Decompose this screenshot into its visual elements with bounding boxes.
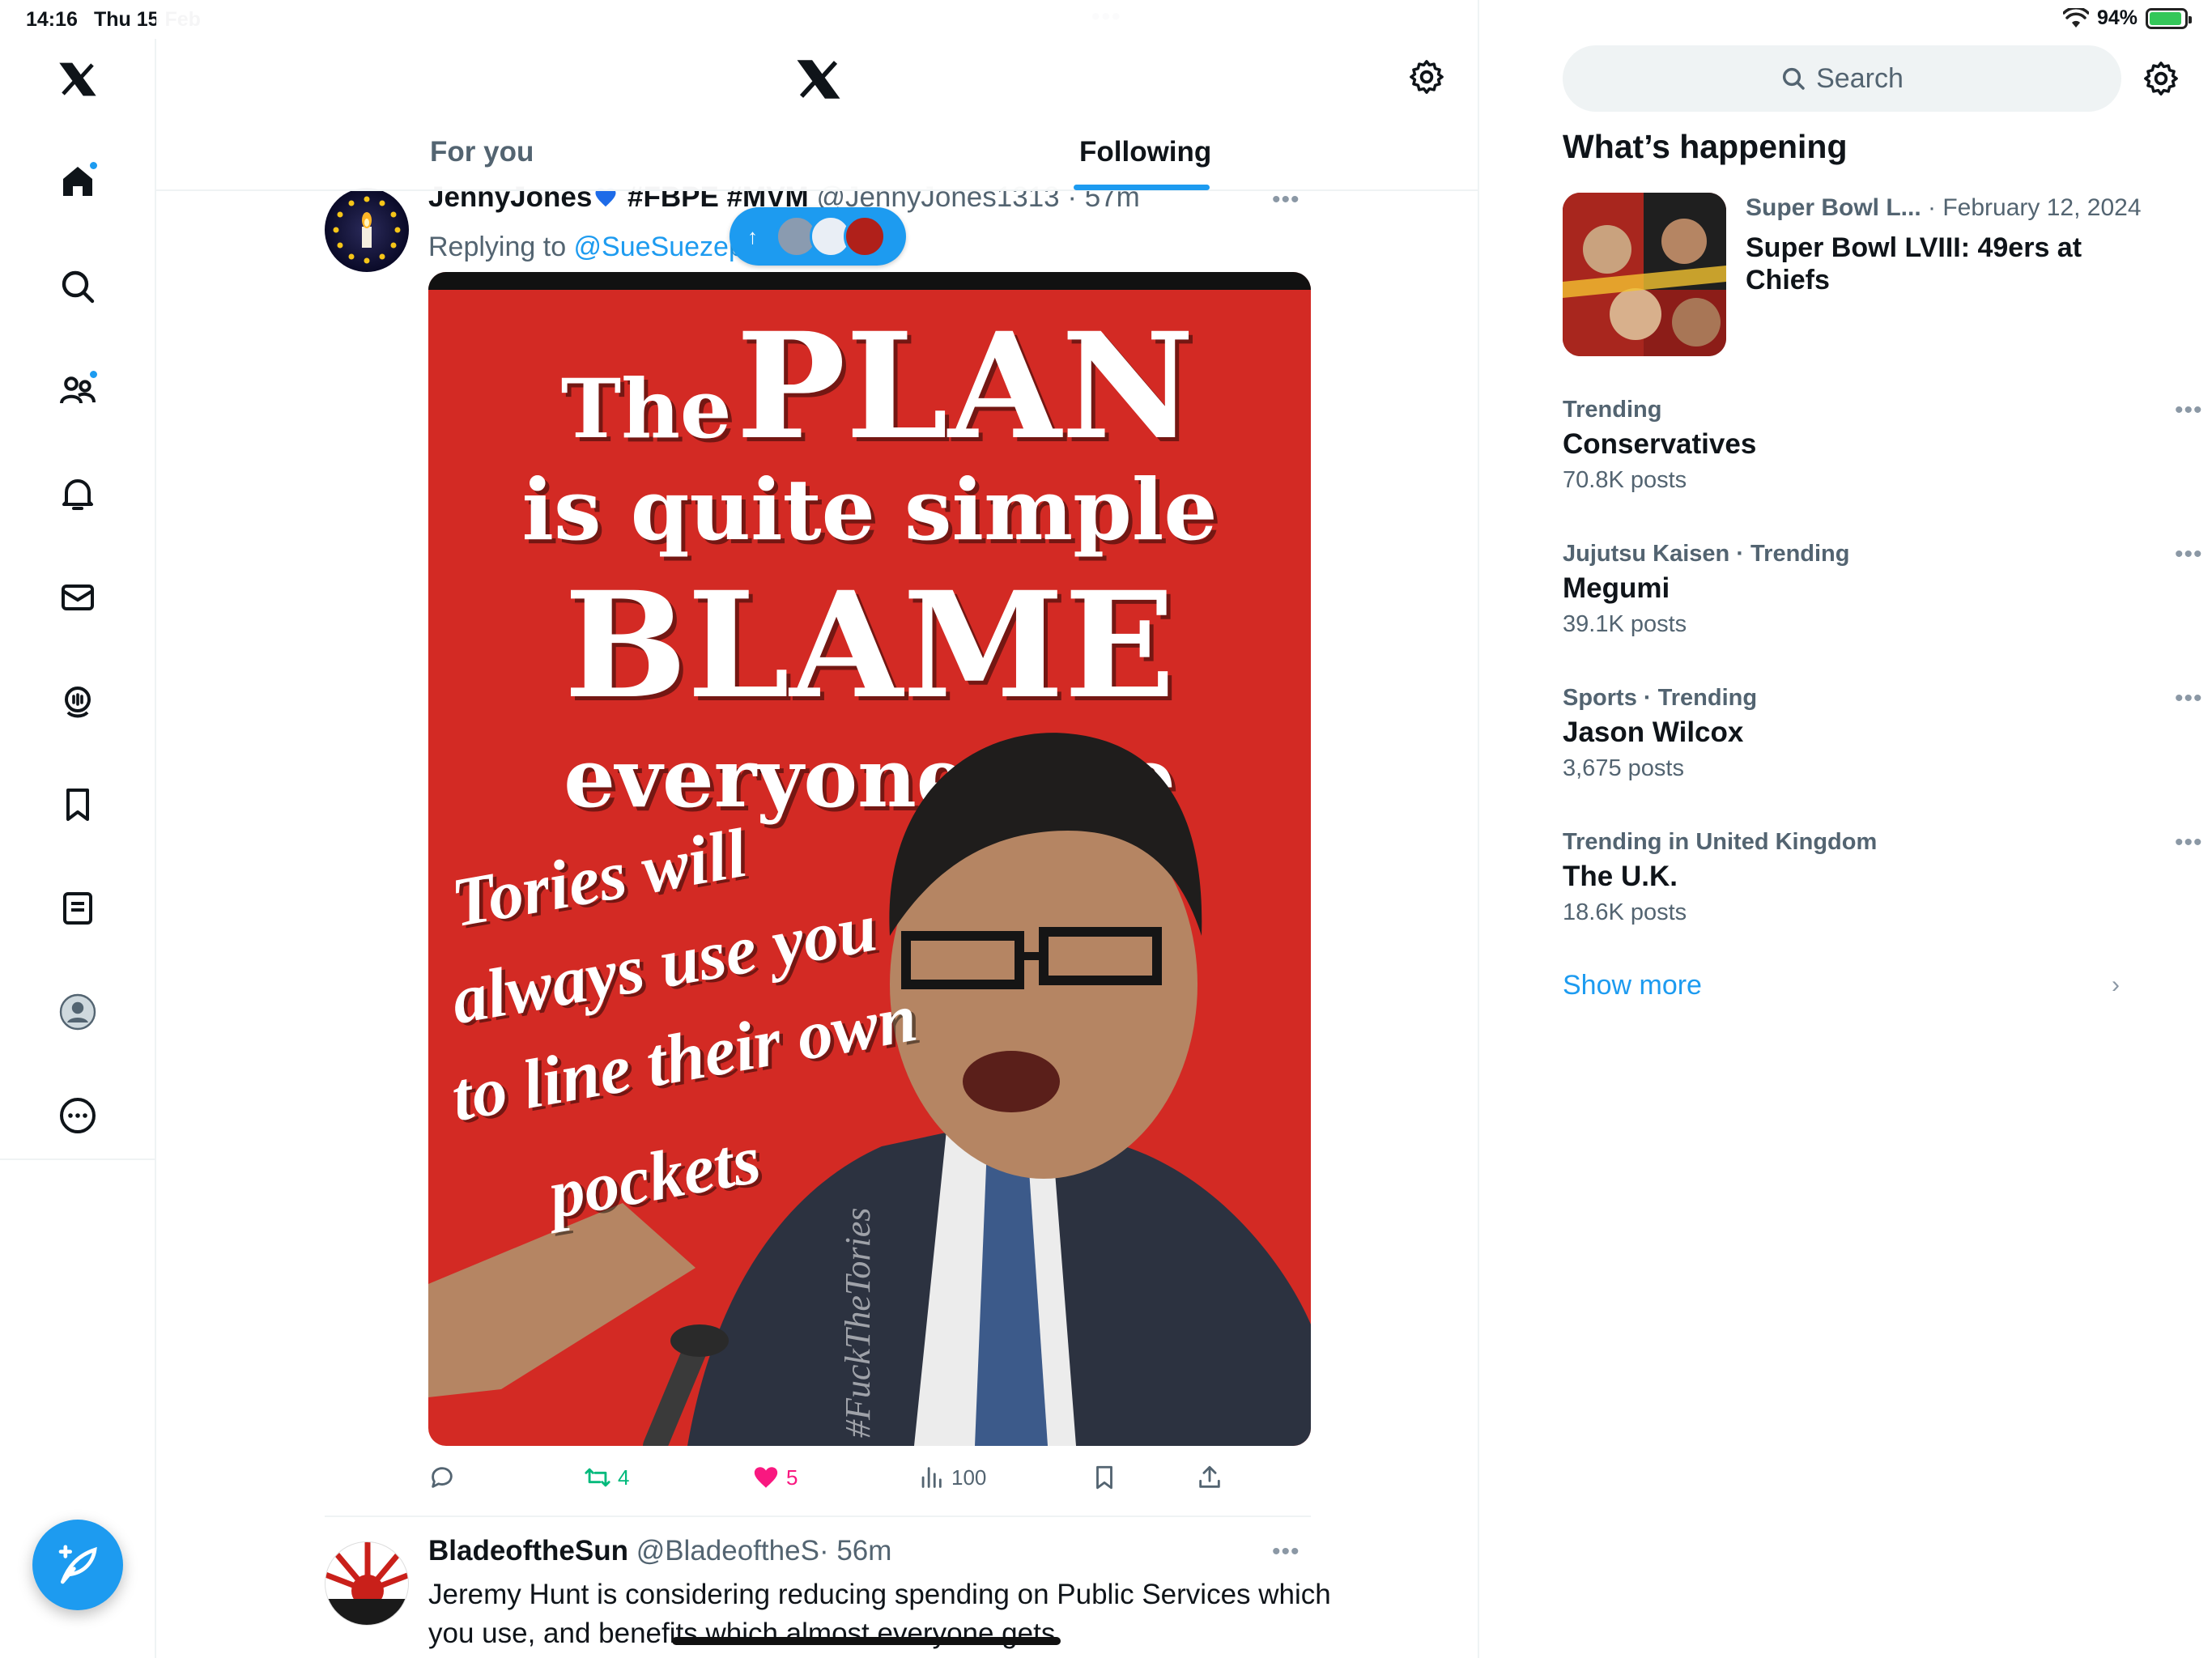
tweet-time: · 56m [819,1535,892,1567]
meme-hashtag: #FuckTheTories [838,1207,878,1438]
trend-more-icon[interactable]: ••• [2175,397,2203,424]
search-placeholder: Search [1816,62,1904,94]
trend-count: 70.8K posts [1563,467,1687,493]
featured-event-meta: Super Bowl L... · February 12, 2024 [1746,194,2142,222]
active-tab-indicator [1074,185,1210,190]
right-sidebar: Search What’s happening Super Bowl L... … [1480,0,2212,1658]
bookmark-button[interactable] [1091,1464,1118,1491]
grok-icon[interactable] [53,677,102,725]
show-more-link[interactable]: Show more [1563,970,1702,1001]
bookmark-icon[interactable] [53,780,102,829]
avatar[interactable] [325,188,409,272]
like-count: 5 [786,1465,798,1490]
retweet-icon [585,1468,610,1487]
trend-context: Trending [1563,397,1662,423]
like-button[interactable]: 5 [752,1464,798,1491]
author-name[interactable]: BladeoftheSun [428,1535,628,1567]
views-button[interactable]: 100 [917,1464,986,1491]
more-options-icon[interactable] [53,1091,102,1140]
compose-post-button[interactable] [32,1520,123,1610]
candle-eu-stars-icon [333,196,401,264]
trend-item[interactable]: Jujutsu Kaisen · Trending Megumi 39.1K p… [1563,541,2202,638]
trend-more-icon[interactable]: ••• [2175,685,2203,712]
retweet-button[interactable]: 4 [584,1464,629,1491]
home-icon[interactable] [53,157,102,206]
trend-name: Conservatives [1563,428,1757,460]
tweet-more-icon[interactable]: ••• [1272,1538,1300,1566]
share-button[interactable] [1196,1464,1223,1491]
featured-event-category: Super Bowl L... [1746,194,1921,221]
football-collage-image [1563,193,1726,356]
replying-to: Replying to @SueSuezep [428,232,744,263]
whats-happening-title: What’s happening [1563,128,1848,165]
trend-item[interactable]: Trending in United Kingdom The U.K. 18.6… [1563,829,2202,926]
tweet-header: BladeoftheSun @BladeoftheS· 56m [428,1535,891,1567]
timeline-header: For you Following [156,0,1478,191]
trend-count: 18.6K posts [1563,899,1687,925]
bell-icon[interactable] [53,470,102,518]
tab-for-you[interactable]: For you [430,136,534,168]
reply-button[interactable] [428,1464,456,1491]
share-icon [1199,1465,1220,1488]
tab-following[interactable]: Following [1079,136,1211,168]
x-logo-icon[interactable] [796,57,841,102]
search-icon [1783,67,1805,90]
trend-more-icon[interactable]: ••• [2175,829,2203,857]
status-time: 14:16 [26,8,78,31]
trend-context: Jujutsu Kaisen · Trending [1563,541,1850,567]
reply-to-link[interactable]: @SueSuezep [574,232,744,262]
trend-context: Trending in United Kingdom [1563,829,1878,855]
tweet-image[interactable]: The PLAN is quite simple BLAME everyone … [428,272,1311,1446]
avatar[interactable] [325,1541,409,1626]
trend-count: 3,675 posts [1563,755,1684,781]
profile-avatar-icon[interactable] [53,988,102,1036]
trend-name: Megumi [1563,572,1670,604]
trend-name: Jason Wilcox [1563,716,1744,748]
timeline-settings-gear-icon[interactable] [1408,58,1445,96]
rising-sun-icon [325,1542,408,1625]
search-input[interactable]: Search [1563,45,2121,112]
views-chart-icon [921,1467,942,1488]
tweet-divider [325,1516,1311,1517]
featured-event-thumbnail[interactable] [1563,193,1726,356]
home-indicator[interactable] [672,1637,1061,1645]
mail-icon[interactable] [53,573,102,622]
new-posts-pill[interactable]: ↑ [730,207,906,266]
trend-count: 39.1K posts [1563,611,1687,637]
view-count: 100 [951,1465,987,1490]
replying-to-label: Replying to [428,232,574,262]
trend-item[interactable]: Sports · Trending Jason Wilcox 3,675 pos… [1563,685,2202,782]
communities-notification-dot [88,369,99,380]
tweet-actions: 4 5 100 [428,1464,1311,1499]
trend-context: Sports · Trending [1563,685,1758,711]
search-icon[interactable] [53,262,102,311]
lists-icon[interactable] [53,884,102,933]
main-timeline: For you Following JennyJones #FBPE #MVM … [156,0,1479,1658]
pill-avatar [844,215,886,257]
trend-more-icon[interactable]: ••• [2175,541,2203,568]
arrow-up-icon: ↑ [747,223,758,249]
compose-feather-icon [58,1545,97,1584]
featured-event-headline[interactable]: Super Bowl LVIII: 49ers at Chiefs [1746,232,2126,296]
retweet-count: 4 [618,1465,630,1490]
heart-icon [754,1467,778,1488]
explore-settings-gear-icon[interactable] [2142,60,2180,97]
author-handle[interactable]: @BladeoftheS [636,1535,819,1567]
bookmark-icon [1096,1465,1112,1490]
home-notification-dot [88,160,99,171]
featured-event-date: · February 12, 2024 [1928,194,2142,221]
left-navigation [0,39,156,1160]
x-logo-icon[interactable] [53,55,102,104]
reply-icon [432,1467,453,1488]
chevron-right-icon[interactable]: › [2112,971,2120,999]
trend-name: The U.K. [1563,861,1678,892]
communities-icon[interactable] [53,366,102,414]
trend-item[interactable]: Trending Conservatives 70.8K posts ••• [1563,397,2202,494]
